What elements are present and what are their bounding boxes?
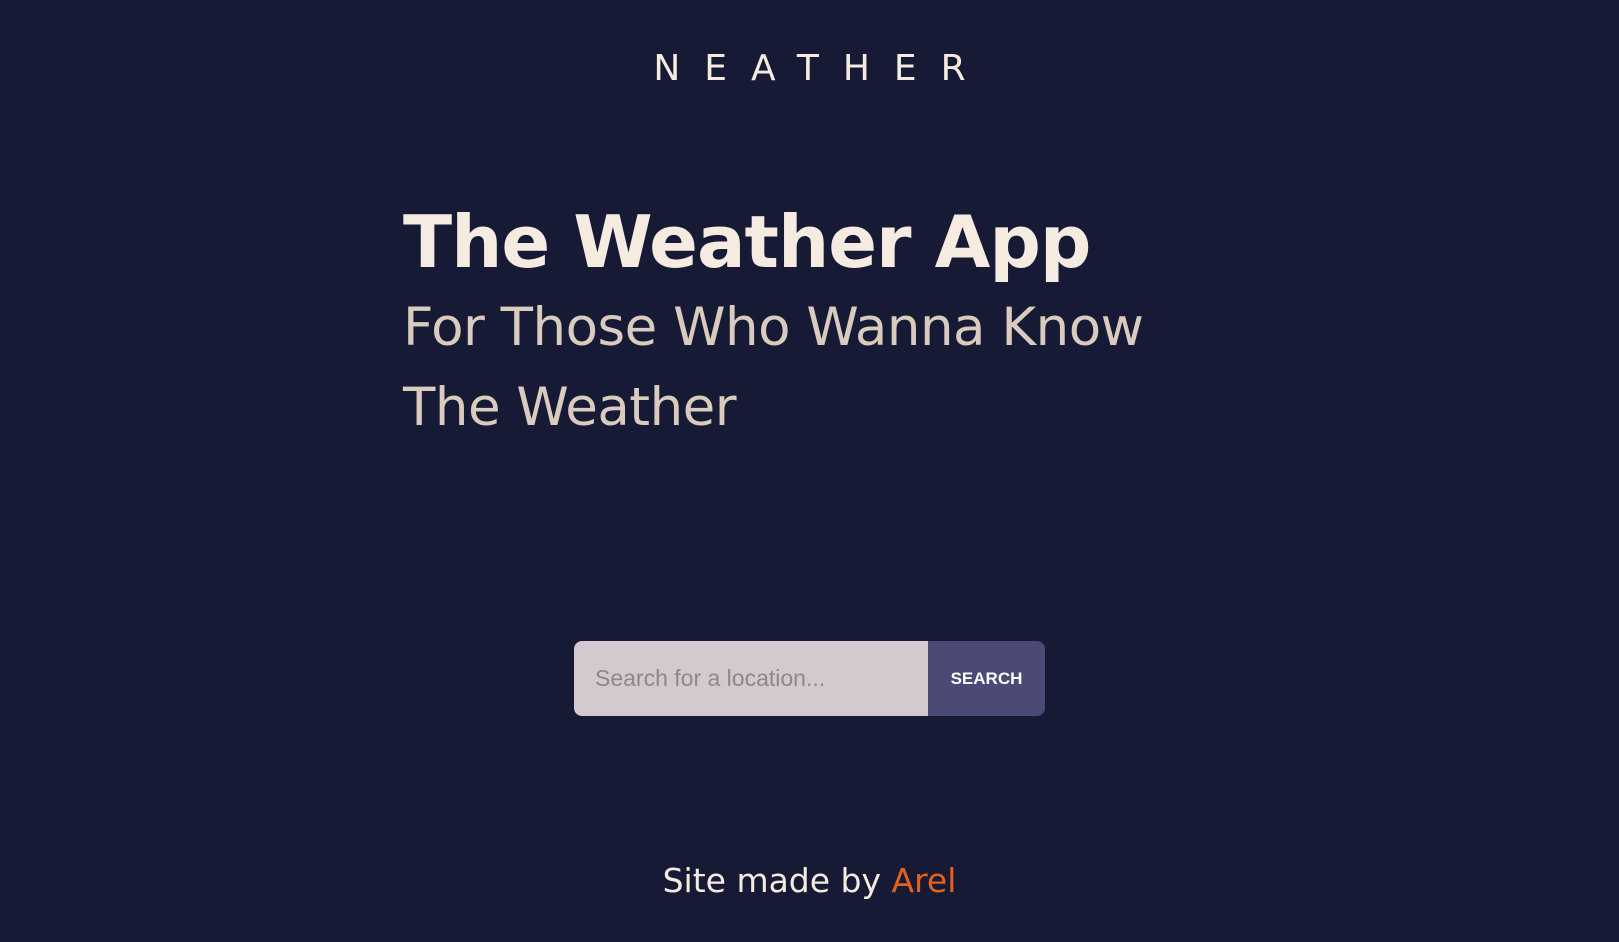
search-form: SEARCH [574,641,1045,716]
search-input[interactable] [574,641,928,716]
site-footer: Site made by Arel [0,858,1619,904]
footer-credit-text: Site made by [662,861,892,900]
author-link[interactable]: Arel [892,861,957,900]
page-subtitle: For Those Who Wanna Know The Weather [403,297,1144,438]
page-title: The Weather App [403,200,1091,284]
hero-section: The Weather App For Those Who Wanna Know… [403,196,1223,448]
brand-logo: NEATHER [653,48,990,89]
search-button[interactable]: SEARCH [928,641,1045,716]
